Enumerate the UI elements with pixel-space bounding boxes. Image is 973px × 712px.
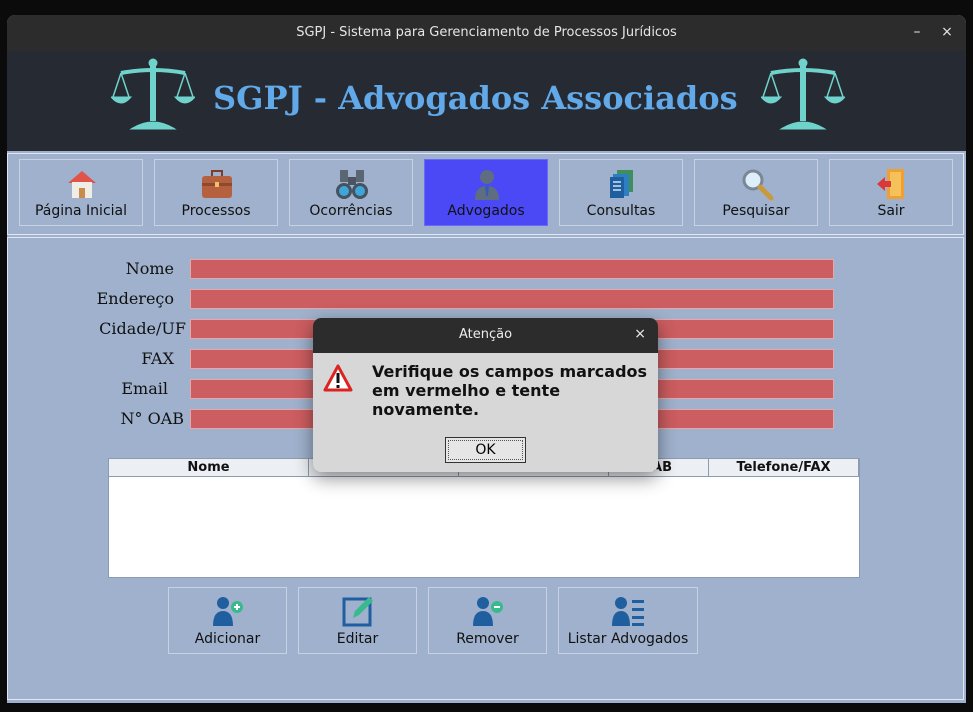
edit-icon: [342, 597, 373, 627]
briefcase-icon: [202, 170, 232, 198]
nav-advogados-button[interactable]: Advogados: [424, 159, 548, 226]
nome-field[interactable]: [190, 259, 834, 279]
nav-label: Advogados: [447, 203, 525, 219]
endereco-label: Endereço: [96, 289, 174, 308]
documents-icon: [610, 170, 633, 198]
home-icon: [68, 171, 96, 198]
cidade-uf-label: Cidade/UF: [99, 319, 186, 338]
dialog-title-bar: Atenção ×: [313, 318, 658, 353]
action-label: Remover: [456, 631, 519, 647]
advogados-table[interactable]: Nome AB Telefone/FAX: [108, 458, 860, 578]
listar-advogados-button[interactable]: Listar Advogados: [558, 587, 698, 654]
remover-button[interactable]: Remover: [428, 587, 547, 654]
app-headline: SGPJ - Advogados Associados: [213, 79, 738, 117]
scales-of-justice-icon: [761, 58, 845, 130]
editar-button[interactable]: Editar: [298, 587, 417, 654]
endereco-field[interactable]: [190, 289, 834, 309]
nav-pesquisar-button[interactable]: Pesquisar: [694, 159, 818, 226]
binoculars-icon: [336, 170, 368, 199]
nav-consultas-button[interactable]: Consultas: [559, 159, 683, 226]
exit-door-icon: [877, 169, 904, 199]
nav-home-button[interactable]: Página Inicial: [19, 159, 143, 226]
email-label: Email: [121, 379, 168, 398]
scales-of-justice-icon: [111, 58, 195, 130]
warning-icon: [323, 364, 353, 392]
list-users-icon: [612, 597, 644, 626]
action-label: Adicionar: [194, 631, 261, 647]
add-user-icon: [212, 597, 243, 626]
dialog-close-button[interactable]: ×: [634, 326, 646, 342]
action-label: Listar Advogados: [567, 631, 689, 647]
header-banner: SGPJ - Advogados Associados: [7, 51, 966, 151]
column-header-nome[interactable]: Nome: [109, 459, 309, 477]
fax-label: FAX: [141, 349, 174, 368]
nav-label: Pesquisar: [722, 203, 790, 219]
column-header-telefone-fax[interactable]: Telefone/FAX: [709, 459, 859, 477]
action-label: Editar: [336, 631, 379, 647]
nav-label: Página Inicial: [34, 203, 128, 219]
nav-label: Ocorrências: [309, 203, 393, 219]
nav-label: Sair: [877, 203, 905, 219]
nome-label: Nome: [125, 259, 174, 278]
oab-label: N° OAB: [120, 409, 184, 428]
nav-processos-button[interactable]: Processos: [154, 159, 278, 226]
nav-label: Consultas: [586, 203, 656, 219]
dialog-title: Atenção: [458, 327, 513, 342]
remove-user-icon: [472, 597, 503, 626]
ok-button[interactable]: OK: [445, 437, 526, 463]
dialog-message: Verifique os campos marcados em vermelho…: [372, 362, 648, 419]
title-bar: SGPJ - Sistema para Gerenciamento de Pro…: [7, 15, 966, 51]
magnifier-icon: [742, 169, 774, 201]
nav-ocorrencias-button[interactable]: Ocorrências: [289, 159, 413, 226]
lawyer-icon: [475, 170, 499, 200]
minimize-button[interactable]: –: [907, 22, 927, 42]
close-button[interactable]: ×: [937, 22, 957, 42]
nav-label: Processos: [181, 203, 251, 219]
nav-sair-button[interactable]: Sair: [829, 159, 953, 226]
window-title: SGPJ - Sistema para Gerenciamento de Pro…: [296, 25, 677, 40]
nav-toolbar: Página Inicial Processos Ocorrências Adv…: [7, 153, 964, 235]
validation-alert-dialog: Atenção × Verifique os campos marcados e…: [313, 318, 658, 472]
adicionar-button[interactable]: Adicionar: [168, 587, 287, 654]
